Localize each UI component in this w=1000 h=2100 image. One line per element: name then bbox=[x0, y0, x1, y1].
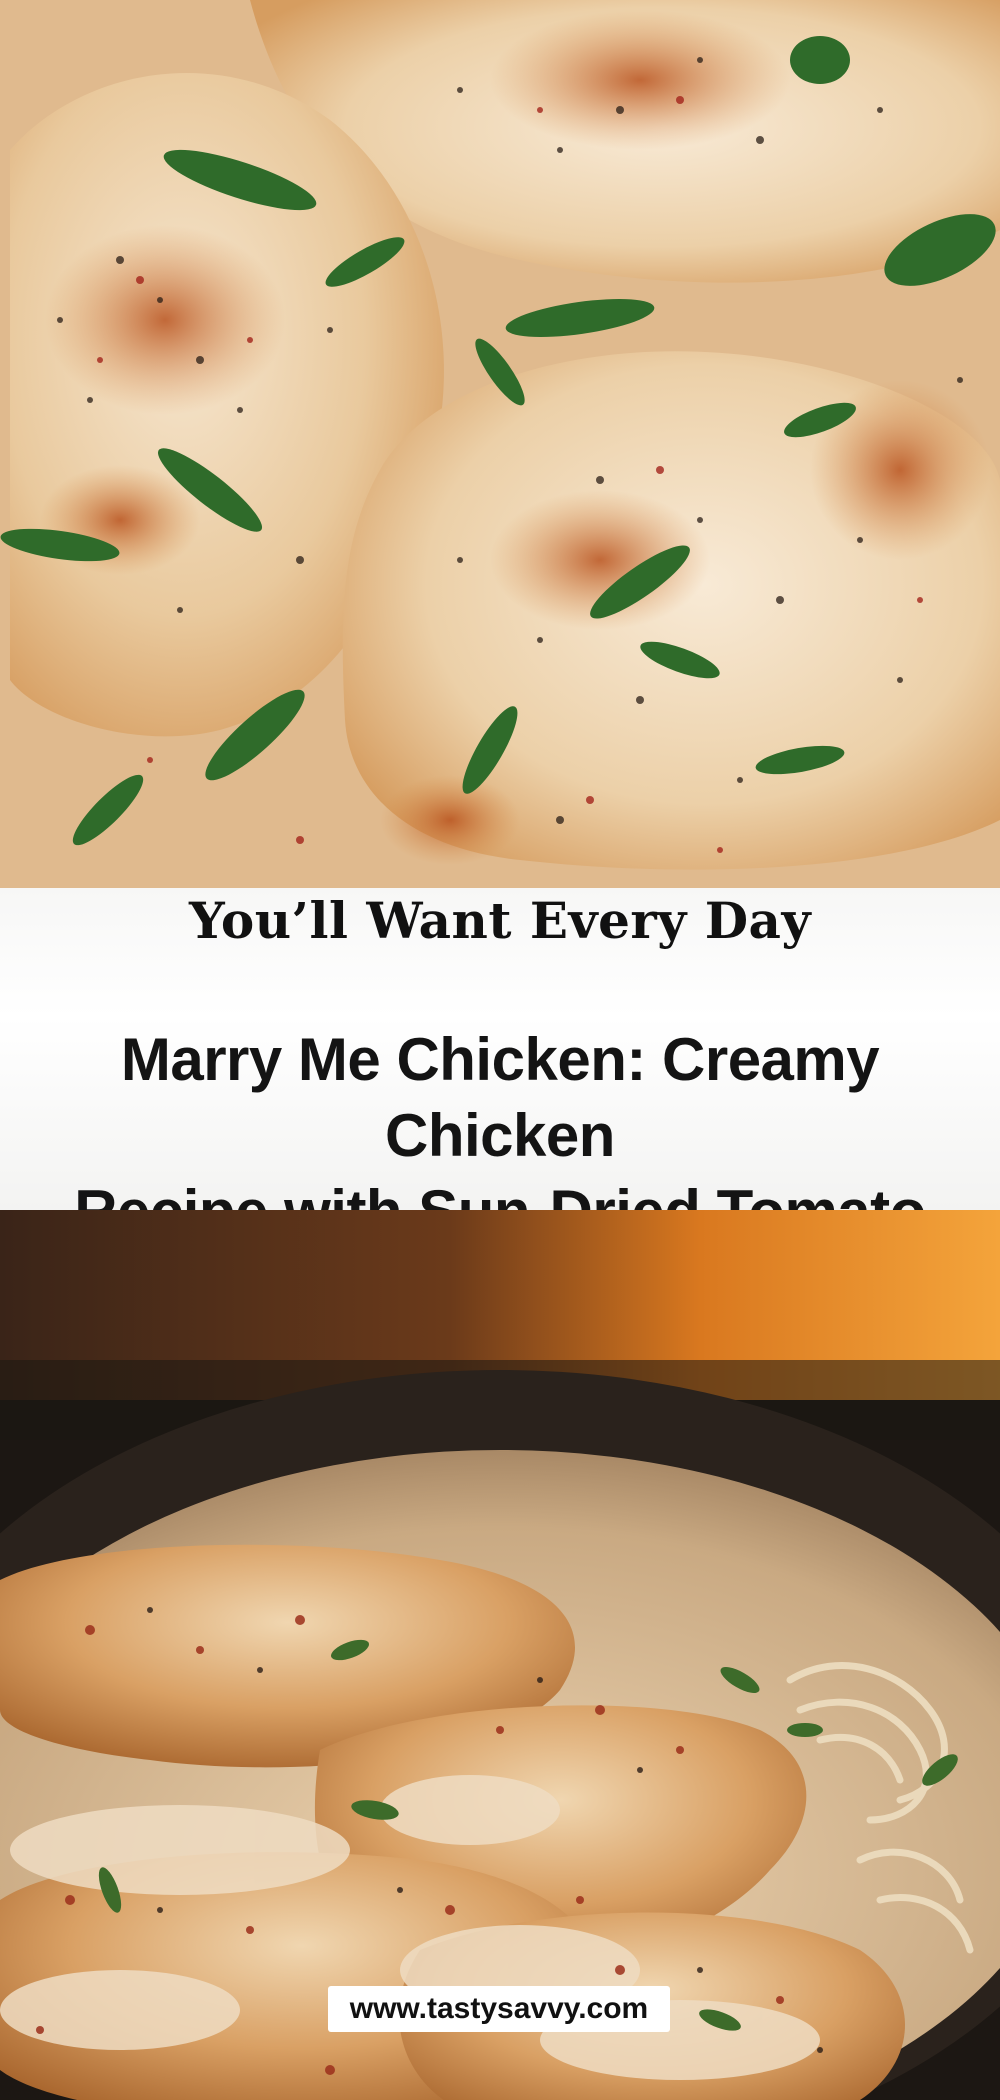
pin-subtitle: You’ll Want Every Day bbox=[189, 891, 811, 950]
recipe-title-line-1: Marry Me Chicken: Creamy Chicken bbox=[120, 1026, 880, 1169]
bottom-food-photo bbox=[0, 1210, 1000, 2100]
top-food-photo bbox=[0, 0, 1000, 888]
skillet-chicken-image bbox=[0, 1210, 1000, 2100]
website-watermark: www.tastysavvy.com bbox=[328, 1986, 670, 2032]
creamy-chicken-image bbox=[0, 0, 1000, 888]
